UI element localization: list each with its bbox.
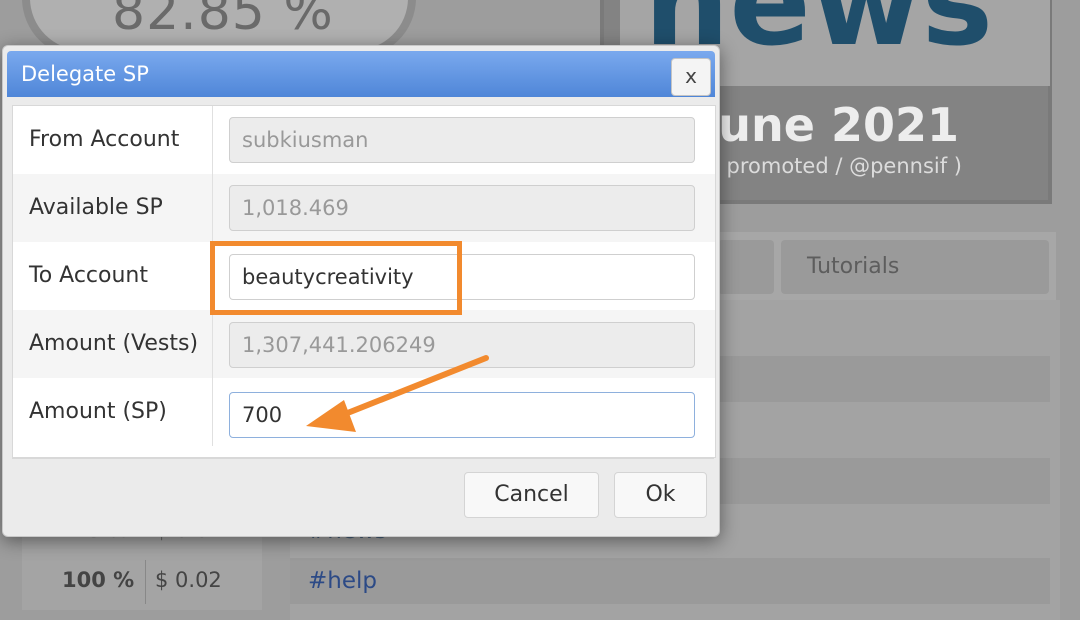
annotation-arrow-icon — [306, 355, 489, 432]
